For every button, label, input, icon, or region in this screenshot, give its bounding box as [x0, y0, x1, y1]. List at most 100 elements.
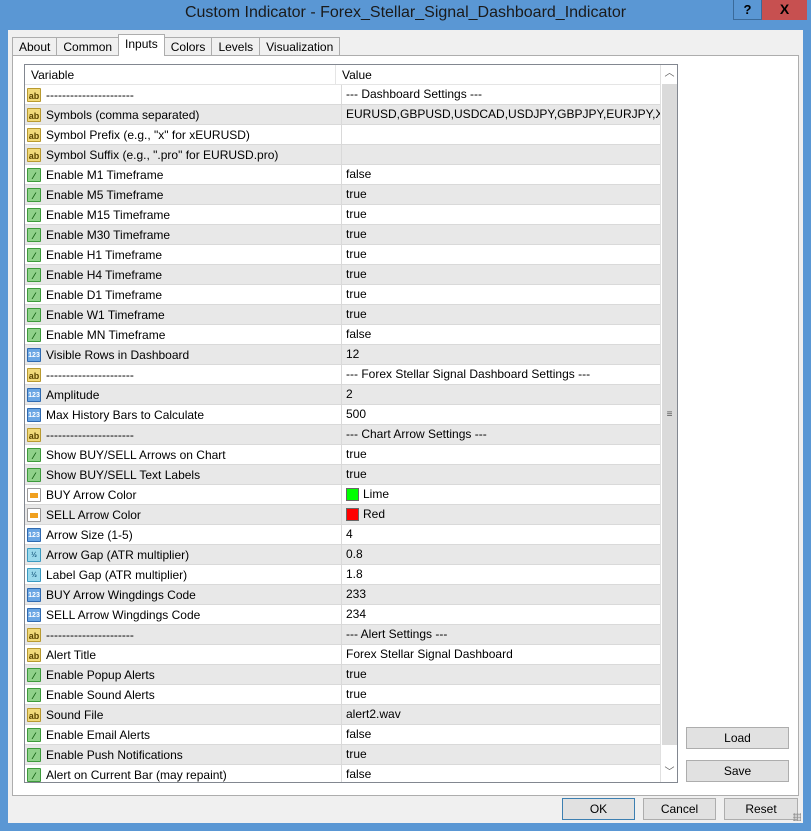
cancel-button[interactable]: Cancel [643, 798, 716, 820]
value-cell[interactable]: --- Chart Arrow Settings --- [342, 425, 660, 444]
scroll-down-icon[interactable]: ﹀ [661, 764, 677, 782]
value-cell[interactable]: true [342, 245, 660, 264]
value-cell[interactable]: true [342, 685, 660, 704]
save-button[interactable]: Save [686, 760, 789, 782]
tab-about[interactable]: About [12, 37, 58, 56]
tab-colors[interactable]: Colors [163, 37, 213, 56]
table-row[interactable]: ⁄ Enable W1 Timeframe true [25, 305, 660, 325]
table-row[interactable]: ⁄ Enable MN Timeframe false [25, 325, 660, 345]
ok-button[interactable]: OK [562, 798, 635, 820]
variable-cell: ⁄ Enable M15 Timeframe [25, 205, 342, 224]
table-row[interactable]: ab Alert Title Forex Stellar Signal Dashbo… [25, 645, 660, 665]
table-row[interactable]: BUY Arrow Color Lime [25, 485, 660, 505]
resize-grip[interactable] [793, 813, 801, 821]
tab-levels[interactable]: Levels [211, 37, 261, 56]
table-row[interactable]: ⁄ Enable M15 Timeframe true [25, 205, 660, 225]
value-text: true [346, 467, 367, 481]
tab-common[interactable]: Common [56, 37, 120, 56]
table-row[interactable]: 123 Visible Rows in Dashboard 12 [25, 345, 660, 365]
table-row[interactable]: ab Sound File alert2.wav [25, 705, 660, 725]
scroll-up-icon[interactable]: ︿ [661, 65, 677, 83]
table-row[interactable]: ab ---------------------- --- Forex Stella… [25, 365, 660, 385]
value-cell[interactable]: Red [342, 505, 660, 524]
value-cell[interactable]: Lime [342, 485, 660, 504]
value-cell[interactable]: false [342, 725, 660, 744]
value-cell[interactable]: true [342, 265, 660, 284]
table-row[interactable]: ⁄ Enable M1 Timeframe false [25, 165, 660, 185]
value-cell[interactable]: alert2.wav [342, 705, 660, 724]
table-row[interactable]: 123 Arrow Size (1-5) 4 [25, 525, 660, 545]
table-row[interactable]: ab Symbols (comma separated) EURUSD,GBPUSD… [25, 105, 660, 125]
variable-cell: BUY Arrow Color [25, 485, 342, 504]
table-row[interactable]: 123 Max History Bars to Calculate 500 [25, 405, 660, 425]
value-cell[interactable]: 2 [342, 385, 660, 404]
value-cell[interactable] [342, 145, 660, 164]
column-header-variable[interactable]: Variable [25, 65, 336, 84]
value-cell[interactable]: true [342, 305, 660, 324]
value-cell[interactable]: true [342, 745, 660, 764]
table-row[interactable]: ⁄ Enable Email Alerts false [25, 725, 660, 745]
value-cell[interactable]: 0.8 [342, 545, 660, 564]
table-row[interactable]: ⁄ Enable M30 Timeframe true [25, 225, 660, 245]
value-cell[interactable]: 1.8 [342, 565, 660, 584]
value-cell[interactable]: 500 [342, 405, 660, 424]
color-swatch[interactable] [346, 488, 359, 501]
table-row[interactable]: ½ Arrow Gap (ATR multiplier) 0.8 [25, 545, 660, 565]
table-row[interactable]: 123 BUY Arrow Wingdings Code 233 [25, 585, 660, 605]
table-row[interactable]: ⁄ Enable D1 Timeframe true [25, 285, 660, 305]
tab-inputs[interactable]: Inputs [118, 34, 165, 56]
table-row[interactable]: ab Symbol Prefix (e.g., "x" for xEURUSD) [25, 125, 660, 145]
table-row[interactable]: ⁄ Show BUY/SELL Arrows on Chart true [25, 445, 660, 465]
bool-type-icon: ⁄ [27, 687, 41, 702]
table-row[interactable]: ab ---------------------- --- Dashboard Se… [25, 85, 660, 105]
column-header-value[interactable]: Value [336, 65, 372, 84]
value-cell[interactable]: --- Alert Settings --- [342, 625, 660, 644]
variable-name: Visible Rows in Dashboard [46, 347, 190, 362]
table-row[interactable]: ab Symbol Suffix (e.g., ".pro" for EURUSD… [25, 145, 660, 165]
help-button[interactable]: ? [733, 0, 762, 20]
value-cell[interactable]: 233 [342, 585, 660, 604]
value-cell[interactable]: true [342, 445, 660, 464]
value-cell[interactable]: true [342, 205, 660, 224]
value-cell[interactable]: true [342, 225, 660, 244]
table-row[interactable]: ⁄ Enable M5 Timeframe true [25, 185, 660, 205]
table-row[interactable]: ⁄ Alert on Current Bar (may repaint) false [25, 765, 660, 782]
table-row[interactable]: 123 SELL Arrow Wingdings Code 234 [25, 605, 660, 625]
value-cell[interactable]: true [342, 665, 660, 684]
reset-button[interactable]: Reset [724, 798, 798, 820]
value-cell[interactable]: true [342, 285, 660, 304]
color-swatch[interactable] [346, 508, 359, 521]
table-row[interactable]: 123 Amplitude 2 [25, 385, 660, 405]
value-cell[interactable]: EURUSD,GBPUSD,USDCAD,USDJPY,GBPJPY,EURJP… [342, 105, 660, 124]
value-cell[interactable]: 234 [342, 605, 660, 624]
table-row[interactable]: ½ Label Gap (ATR multiplier) 1.8 [25, 565, 660, 585]
value-cell[interactable]: --- Forex Stellar Signal Dashboard Setti… [342, 365, 660, 384]
value-cell[interactable]: false [342, 765, 660, 782]
variable-name: Alert on Current Bar (may repaint) [46, 767, 227, 782]
load-button[interactable]: Load [686, 727, 789, 749]
table-row[interactable]: ab ---------------------- --- Chart Arrow … [25, 425, 660, 445]
value-cell[interactable]: false [342, 165, 660, 184]
vertical-scrollbar[interactable]: ︿ ≡ ﹀ [660, 65, 677, 782]
table-row[interactable]: ab ---------------------- --- Alert Settin… [25, 625, 660, 645]
table-row[interactable]: ⁄ Enable H4 Timeframe true [25, 265, 660, 285]
value-text: true [346, 747, 367, 761]
table-row[interactable]: ⁄ Show BUY/SELL Text Labels true [25, 465, 660, 485]
value-cell[interactable]: 4 [342, 525, 660, 544]
table-row[interactable]: ⁄ Enable Popup Alerts true [25, 665, 660, 685]
close-button[interactable]: X [762, 0, 807, 20]
variable-cell: ⁄ Enable MN Timeframe [25, 325, 342, 344]
value-cell[interactable]: true [342, 185, 660, 204]
tab-visualization[interactable]: Visualization [259, 37, 341, 56]
scrollbar-thumb[interactable]: ≡ [662, 84, 677, 745]
table-row[interactable]: ⁄ Enable Push Notifications true [25, 745, 660, 765]
value-cell[interactable]: --- Dashboard Settings --- [342, 85, 660, 104]
table-row[interactable]: ⁄ Enable H1 Timeframe true [25, 245, 660, 265]
value-cell[interactable]: true [342, 465, 660, 484]
value-cell[interactable]: false [342, 325, 660, 344]
value-cell[interactable] [342, 125, 660, 144]
table-row[interactable]: SELL Arrow Color Red [25, 505, 660, 525]
table-row[interactable]: ⁄ Enable Sound Alerts true [25, 685, 660, 705]
value-cell[interactable]: 12 [342, 345, 660, 364]
value-cell[interactable]: Forex Stellar Signal Dashboard [342, 645, 660, 664]
